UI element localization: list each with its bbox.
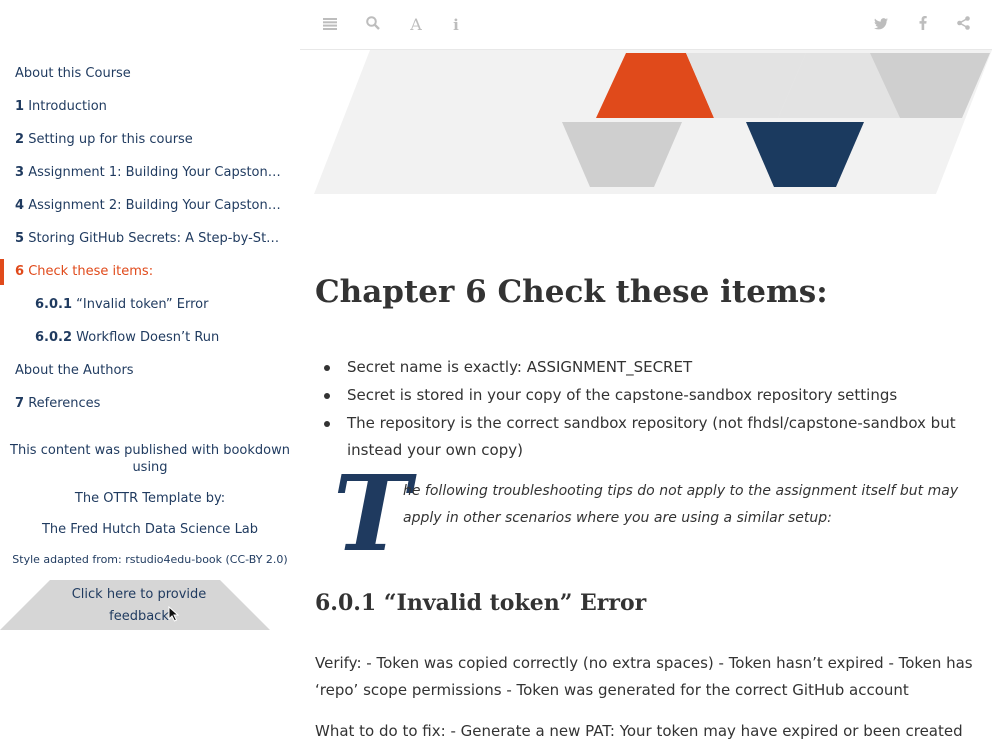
toc-label: “Invalid token” Error	[76, 297, 209, 312]
mouse-cursor-icon	[168, 605, 180, 626]
toc-item-workflow-doesnt-run[interactable]: 6.0.2 Workflow Doesn’t Run	[0, 325, 300, 351]
toc-label: Introduction	[28, 99, 107, 114]
list-item: The repository is the correct sandbox re…	[324, 410, 987, 464]
feedback-button[interactable]: Click here to provide feedback	[0, 580, 270, 630]
toc-item-invalid-token[interactable]: 6.0.1 “Invalid token” Error	[0, 292, 300, 318]
toc-number: 2	[15, 132, 25, 147]
toc-number: 1	[15, 99, 25, 114]
info-icon[interactable]: i	[445, 14, 467, 36]
toc-number: 5	[15, 231, 25, 246]
verify-paragraph: Verify: - Token was copied correctly (no…	[315, 654, 973, 699]
font-icon[interactable]: A	[405, 14, 427, 36]
share-icon[interactable]	[952, 14, 974, 36]
list-item: Secret is stored in your copy of the cap…	[324, 382, 987, 409]
drop-cap: T	[333, 452, 411, 575]
toc-label: Assignment 1: Building Your Capstone …	[28, 165, 293, 180]
toc-number: 7	[15, 396, 25, 411]
toc-item-check-items[interactable]: 6 Check these items:	[0, 259, 300, 285]
menu-icon[interactable]	[319, 14, 341, 36]
toc-number: 6.0.2	[35, 330, 73, 345]
toc-label: Check these items:	[28, 264, 154, 279]
toc-item-references[interactable]: 7 References	[0, 391, 300, 417]
fix-paragraph: What to do to fix: - Generate a new PAT:…	[315, 722, 963, 740]
toc-label: About this Course	[15, 66, 131, 81]
chapter-title: Chapter 6 Check these items:	[315, 274, 828, 310]
chapter-banner	[300, 50, 992, 200]
toc-label: Setting up for this course	[28, 132, 193, 147]
banner-graphic	[314, 50, 992, 194]
toc-number: 4	[15, 198, 25, 213]
toc-item-introduction[interactable]: 1 Introduction	[0, 94, 300, 120]
toc-label: Assignment 2: Building Your Capstone …	[28, 198, 293, 213]
twitter-icon[interactable]	[870, 14, 892, 36]
toc-number: 6.0.1	[35, 297, 73, 312]
toc-item-about-authors[interactable]: About the Authors	[0, 358, 300, 384]
toc-item-github-secrets[interactable]: 5 Storing GitHub Secrets: A Step-by-Step…	[0, 226, 300, 252]
style-adapted-link[interactable]: Style adapted from: rstudio4edu-book (CC…	[0, 551, 300, 568]
sidebar: About this Course 1 Introduction 2 Setti…	[0, 0, 300, 744]
toc-item-assignment-2[interactable]: 4 Assignment 2: Building Your Capstone …	[0, 193, 300, 219]
toolbar: A i	[300, 0, 992, 50]
toc-item-about-course[interactable]: About this Course	[0, 61, 300, 87]
list-item: Secret name is exactly: ASSIGNMENT_SECRE…	[324, 354, 987, 381]
checklist: Secret name is exactly: ASSIGNMENT_SECRE…	[324, 354, 987, 465]
toc-item-assignment-1[interactable]: 3 Assignment 1: Building Your Capstone …	[0, 160, 300, 186]
toc-number: 6	[15, 264, 25, 279]
toc-label: Storing GitHub Secrets: A Step-by-Step …	[28, 231, 300, 246]
facebook-icon[interactable]	[912, 14, 934, 36]
template-by-link[interactable]: The OTTR Template by:	[0, 490, 300, 507]
published-with-link[interactable]: This content was published with bookdown…	[0, 442, 300, 476]
search-icon[interactable]	[362, 14, 384, 36]
section-title: 6.0.1 “Invalid token” Error	[315, 590, 647, 616]
toc-label: About the Authors	[15, 363, 134, 378]
toc-item-setting-up[interactable]: 2 Setting up for this course	[0, 127, 300, 153]
toc-number: 3	[15, 165, 25, 180]
toc-label: Workflow Doesn’t Run	[76, 330, 220, 345]
troubleshooting-note: he following troubleshooting tips do not…	[403, 483, 959, 526]
lab-link[interactable]: The Fred Hutch Data Science Lab	[0, 521, 300, 538]
toc-label: References	[28, 396, 101, 411]
feedback-label: Click here to provide feedback	[71, 587, 207, 624]
